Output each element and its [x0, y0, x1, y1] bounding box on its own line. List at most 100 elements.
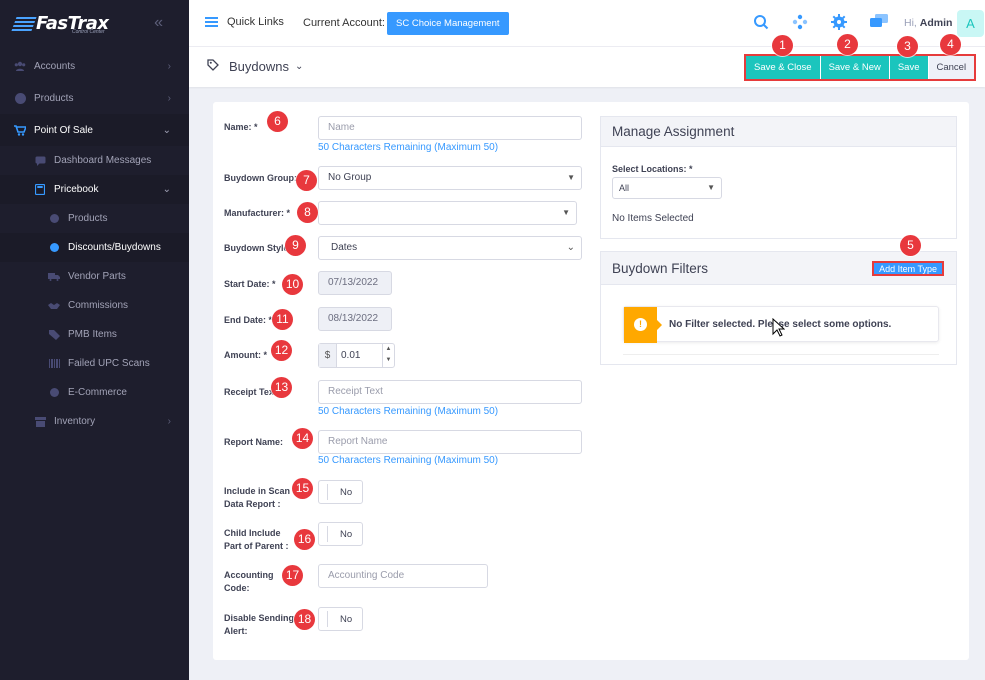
- save-close-button[interactable]: Save & Close: [746, 56, 821, 79]
- locations-select[interactable]: All ▼: [612, 177, 722, 199]
- sidebar-item-accounts[interactable]: Accounts ›: [0, 50, 189, 82]
- avatar[interactable]: A: [957, 10, 984, 37]
- manage-assignment-panel: Manage Assignment Select Locations: * Al…: [600, 116, 957, 239]
- save-new-button[interactable]: Save & New: [820, 56, 890, 79]
- select-locations-label: Select Locations: *: [612, 164, 693, 174]
- message-icon: [34, 155, 46, 167]
- buydown-filters-panel: Buydown Filters Add Item Type ! No Filte…: [600, 251, 957, 365]
- badge-10: 10: [282, 274, 303, 295]
- end-date-label: End Date: *: [224, 315, 273, 325]
- sidebar-item-label: Point Of Sale: [34, 124, 93, 136]
- user-name: Admin: [919, 17, 953, 29]
- start-date-label: Start Date: *: [224, 279, 276, 289]
- inventory-icon: [34, 416, 46, 428]
- greeting: Hi, Admin: [904, 17, 953, 29]
- sidebar-item-pricebook[interactable]: Pricebook ⌄: [0, 175, 189, 204]
- manage-assignment-title: Manage Assignment: [601, 117, 956, 147]
- child-include-label: Child Include Part of Parent :: [224, 528, 289, 551]
- report-name-label: Report Name:: [224, 437, 284, 447]
- add-item-type-button[interactable]: Add Item Type: [872, 261, 944, 276]
- badge-7: 7: [296, 170, 317, 191]
- disable-alert-toggle[interactable]: No: [318, 607, 363, 631]
- sidebar-item-commissions[interactable]: Commissions: [0, 291, 189, 320]
- manufacturer-select[interactable]: ▼: [318, 201, 577, 225]
- tag-icon: [207, 59, 219, 74]
- badge-12: 12: [271, 340, 292, 361]
- chevron-right-icon: ›: [167, 416, 171, 427]
- sidebar-item-label: PMB Items: [68, 329, 117, 340]
- manufacturer-label: Manufacturer: *: [224, 208, 291, 218]
- sidebar-item-failed-upc-scans[interactable]: Failed UPC Scans: [0, 349, 189, 378]
- include-scan-toggle[interactable]: No: [318, 480, 363, 504]
- mouse-cursor-icon: [772, 317, 786, 340]
- caret-down-icon: ▼: [562, 208, 570, 217]
- child-include-toggle[interactable]: No: [318, 522, 363, 546]
- buydown-form-card: Name: * Name 50 Characters Remaining (Ma…: [213, 102, 969, 660]
- report-name-hint: 50 Characters Remaining (Maximum 50): [318, 455, 499, 466]
- sidebar-item-pricebook-products[interactable]: Products: [0, 204, 189, 233]
- cancel-button[interactable]: Cancel: [928, 56, 975, 79]
- report-name-input[interactable]: Report Name: [318, 430, 582, 454]
- sidebar-item-label: Vendor Parts: [68, 271, 126, 282]
- sidebar-item-label: Inventory: [54, 416, 96, 427]
- info-icon: [48, 242, 60, 254]
- action-buttons: Save & Close Save & New Save Cancel: [744, 54, 977, 81]
- amount-label: Amount: *: [224, 350, 267, 360]
- logo[interactable]: FasTrax Control Center «: [0, 0, 189, 46]
- spinner-arrows-icon[interactable]: ▲ ▼: [382, 344, 394, 367]
- name-input[interactable]: Name: [318, 116, 582, 140]
- search-icon[interactable]: [753, 14, 769, 30]
- top-header: Quick Links Current Account: SC Choice M…: [189, 0, 985, 47]
- sidebar-item-discounts-buydowns[interactable]: Discounts/Buydowns: [0, 233, 189, 262]
- current-account-label: Current Account:: [303, 17, 385, 29]
- users-icon: [14, 60, 26, 72]
- sidebar-item-vendor-parts[interactable]: Vendor Parts: [0, 262, 189, 291]
- handshake-icon: [48, 300, 60, 312]
- badge-3: 3: [897, 36, 918, 57]
- buydown-group-label: Buydown Group:: [224, 173, 297, 183]
- gear-icon[interactable]: [831, 14, 847, 30]
- accounting-code-input[interactable]: Accounting Code: [318, 564, 488, 588]
- quick-links[interactable]: Quick Links: [205, 16, 284, 28]
- buydown-style-select[interactable]: Dates ⌄: [318, 236, 582, 260]
- caret-down-icon: ▼: [707, 183, 715, 192]
- start-date-input[interactable]: 07/13/2022: [318, 271, 392, 295]
- chat-icon[interactable]: [870, 14, 888, 30]
- menu-icon: [205, 17, 218, 27]
- accounting-code-label: Accounting Code:: [224, 570, 274, 593]
- apps-icon[interactable]: [792, 14, 808, 30]
- current-account-button[interactable]: SC Choice Management: [387, 12, 509, 35]
- products-icon: [14, 92, 26, 104]
- subheader: Buydowns ⌄ Save & Close Save & New Save …: [189, 47, 985, 87]
- sidebar-item-inventory[interactable]: Inventory ›: [0, 407, 189, 436]
- sidebar-item-point-of-sale[interactable]: Point Of Sale ⌄: [0, 114, 189, 146]
- amount-value[interactable]: 0.01: [337, 344, 382, 367]
- sidebar-item-label: Products: [68, 213, 108, 224]
- badge-17: 17: [282, 565, 303, 586]
- buydown-group-select[interactable]: No Group ▼: [318, 166, 582, 190]
- buydown-style-label: Buydown Style:: [224, 243, 292, 253]
- sidebar-item-label: E-Commerce: [68, 387, 127, 398]
- page-title-text: Buydowns: [229, 59, 289, 74]
- badge-16: 16: [294, 529, 315, 550]
- cart-icon: [14, 124, 26, 136]
- end-date-input[interactable]: 08/13/2022: [318, 307, 392, 331]
- sidebar-item-label: Commissions: [68, 300, 129, 311]
- receipt-text-hint: 50 Characters Remaining (Maximum 50): [318, 406, 499, 417]
- collapse-sidebar-icon[interactable]: «: [154, 14, 163, 32]
- disable-alert-label: Disable Sending Alert:: [224, 613, 295, 636]
- toggle-value: No: [340, 487, 353, 498]
- sidebar-item-pmb-items[interactable]: PMB Items: [0, 320, 189, 349]
- locations-value: All: [619, 183, 630, 193]
- name-label: Name: *: [224, 122, 258, 132]
- sidebar-item-dashboard-messages[interactable]: Dashboard Messages: [0, 146, 189, 175]
- amount-stepper[interactable]: $ 0.01 ▲ ▼: [318, 343, 395, 368]
- sidebar-item-label: Discounts/Buydowns: [68, 242, 161, 253]
- badge-9: 9: [285, 235, 306, 256]
- page-title[interactable]: Buydowns ⌄: [207, 59, 303, 74]
- sidebar-item-e-commerce[interactable]: E-Commerce: [0, 378, 189, 407]
- receipt-text-input[interactable]: Receipt Text: [318, 380, 582, 404]
- chevron-right-icon: ›: [167, 60, 171, 72]
- sidebar-item-products[interactable]: Products ›: [0, 82, 189, 114]
- save-button[interactable]: Save: [889, 56, 929, 79]
